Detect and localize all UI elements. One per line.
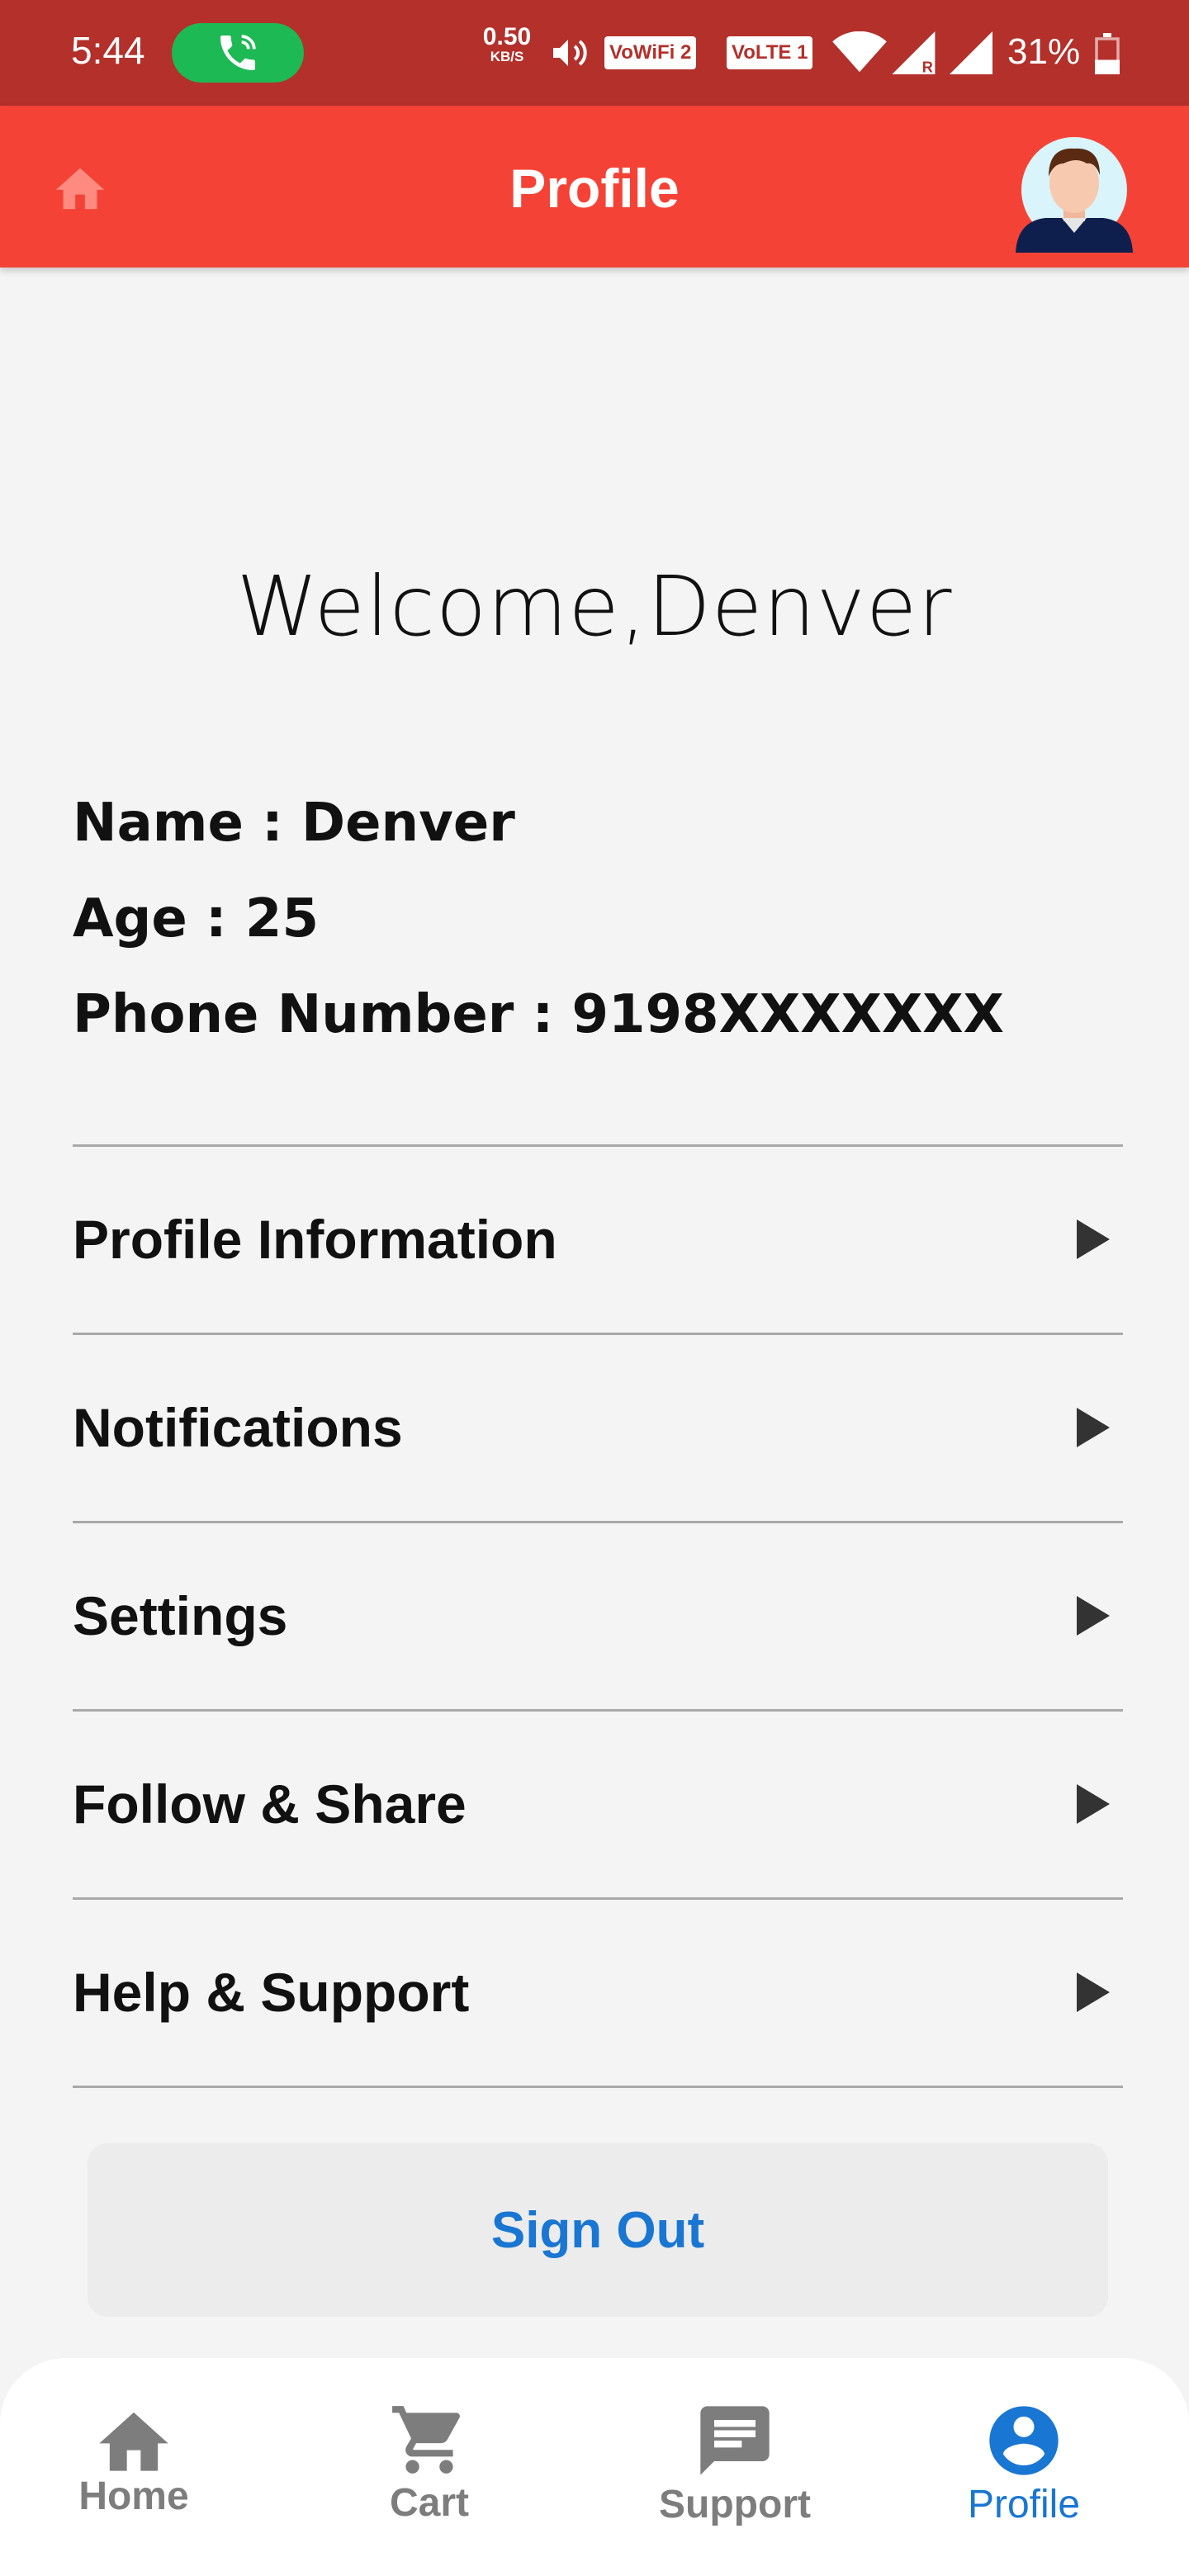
nav-profile[interactable]: Profile xyxy=(941,2358,1106,2576)
arrow-right-icon xyxy=(1077,1596,1110,1636)
menu-item-follow-share[interactable]: Follow & Share xyxy=(73,1712,1123,1896)
nav-support[interactable]: Support xyxy=(636,2358,834,2576)
menu-item-label: Settings xyxy=(73,1585,288,1646)
status-time: 5:44 xyxy=(71,29,145,72)
page-title: Profile xyxy=(509,158,680,219)
welcome-heading: Welcome,Denver xyxy=(236,558,953,655)
volte-badge: VoLTE 1 xyxy=(727,36,813,69)
nav-label-home: Home xyxy=(78,2474,189,2518)
battery-icon xyxy=(1095,33,1120,74)
info-name: Name : Denver xyxy=(73,793,515,854)
phone-call-icon xyxy=(220,35,256,70)
info-age: Age : 25 xyxy=(73,888,319,949)
user-avatar[interactable] xyxy=(1012,117,1136,253)
cart-icon xyxy=(392,2406,460,2474)
menu-item-label: Help & Support xyxy=(73,1962,470,2023)
account-circle-icon xyxy=(989,2406,1059,2475)
divider xyxy=(73,1333,1123,1335)
nav-label-support: Support xyxy=(659,2483,811,2526)
signal-icon xyxy=(950,31,992,74)
status-bar: 5:44 0.50 KB/S VoWiFi 2 VoLTE 1 R 31% xyxy=(0,0,1189,106)
menu-item-label: Notifications xyxy=(73,1397,403,1458)
bottom-navigation: Home Cart Support Profile xyxy=(0,2358,1189,2576)
divider xyxy=(73,1521,1123,1523)
home-icon xyxy=(99,2412,168,2471)
menu-item-help-support[interactable]: Help & Support xyxy=(73,1901,1123,2084)
network-speed-value: 0.50 xyxy=(482,23,532,50)
app-bar: Profile xyxy=(0,106,1189,268)
svg-text:R: R xyxy=(922,59,933,74)
wifi-icon xyxy=(832,31,887,73)
network-speed-unit: KB/S xyxy=(490,49,524,64)
menu-item-notifications[interactable]: Notifications xyxy=(73,1336,1123,1519)
nav-cart[interactable]: Cart xyxy=(347,2358,512,2576)
arrow-right-icon xyxy=(1077,1219,1110,1259)
ongoing-call-pill[interactable] xyxy=(172,23,304,83)
signal-roaming-icon: R xyxy=(892,31,936,74)
arrow-right-icon xyxy=(1077,1408,1110,1447)
menu-item-label: Follow & Share xyxy=(73,1773,467,1835)
nav-label-profile: Profile xyxy=(967,2483,1081,2526)
nav-label-cart: Cart xyxy=(389,2481,470,2525)
battery-percent: 31% xyxy=(1007,31,1081,72)
menu-item-label: Profile Information xyxy=(73,1209,557,1270)
divider xyxy=(73,1709,1123,1712)
sign-out-button[interactable]: Sign Out xyxy=(88,2143,1108,2317)
chat-icon xyxy=(700,2406,770,2475)
speaker-icon xyxy=(553,40,587,66)
divider xyxy=(73,1144,1123,1147)
network-speed: 0.50 KB/S xyxy=(482,25,532,64)
arrow-right-icon xyxy=(1077,1972,1110,2012)
menu-item-settings[interactable]: Settings xyxy=(73,1524,1123,1707)
info-phone: Phone Number : 9198XXXXXXX xyxy=(73,984,1004,1045)
divider xyxy=(73,2086,1123,2088)
arrow-right-icon xyxy=(1077,1784,1110,1824)
divider xyxy=(73,1897,1123,1900)
vowifi-badge: VoWiFi 2 xyxy=(604,36,697,69)
menu-item-profile-information[interactable]: Profile Information xyxy=(73,1148,1123,1331)
nav-home[interactable]: Home xyxy=(51,2358,216,2576)
